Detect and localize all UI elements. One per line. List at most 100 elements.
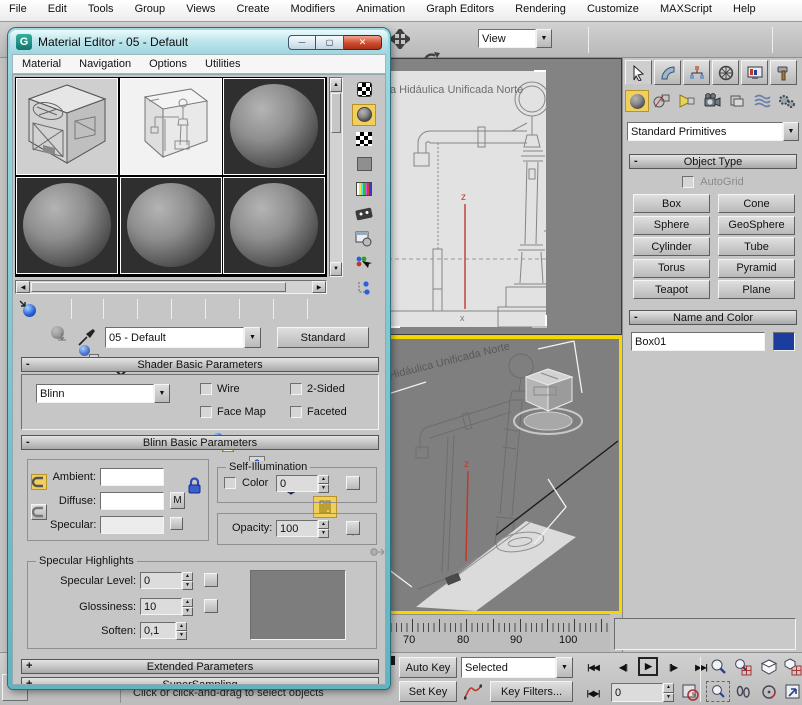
sample-vscrollbar[interactable]: ▲ ▼ — [329, 77, 343, 277]
menu-edit[interactable]: Edit — [39, 0, 76, 18]
get-material-button[interactable] — [17, 299, 41, 321]
menu-modifiers[interactable]: Modifiers — [282, 0, 345, 18]
specular-map-button[interactable] — [170, 517, 183, 530]
menu-maxscript[interactable]: MAXScript — [651, 0, 721, 18]
sample-slot-4[interactable] — [16, 177, 118, 274]
diffuse-specular-lock-button[interactable] — [31, 504, 47, 520]
select-by-material-button[interactable] — [352, 252, 376, 274]
me-menu-navigation[interactable]: Navigation — [70, 55, 140, 73]
faceted-checkbox[interactable] — [290, 406, 302, 418]
menu-animation[interactable]: Animation — [347, 0, 414, 18]
rollout-supersampling[interactable]: + SuperSampling — [21, 677, 379, 685]
button-tube[interactable]: Tube — [718, 237, 795, 256]
dropdown-arrow-icon[interactable]: ▼ — [244, 327, 261, 348]
self-illum-color-checkbox[interactable] — [224, 477, 236, 489]
scroll-right-icon[interactable]: ▶ — [312, 281, 326, 293]
opacity-map-button[interactable] — [346, 521, 360, 535]
maximize-button[interactable]: ▢ — [316, 35, 344, 50]
viewport-perspective-active[interactable]: z Hidáulica Unificada Norte — [385, 336, 622, 614]
button-cone[interactable]: Cone — [718, 194, 795, 213]
specular-color-swatch[interactable] — [100, 516, 164, 534]
menu-help[interactable]: Help — [724, 0, 765, 18]
time-configuration-button[interactable] — [678, 682, 702, 703]
maximize-viewport-button[interactable] — [781, 681, 802, 702]
category-cameras[interactable] — [700, 90, 724, 112]
coordinate-system-dropdown[interactable]: View ▼ — [478, 29, 552, 48]
button-cylinder[interactable]: Cylinder — [633, 237, 710, 256]
material-editor-titlebar[interactable]: G Material Editor - 05 - Default — ▢ ✕ — [10, 30, 388, 54]
menu-file[interactable]: File — [0, 0, 36, 18]
ambient-diffuse-lock-button[interactable] — [31, 474, 47, 490]
button-torus[interactable]: Torus — [633, 259, 710, 278]
two-sided-checkbox[interactable] — [290, 383, 302, 395]
dropdown-arrow-icon[interactable]: ▼ — [536, 29, 552, 48]
opacity-value-field[interactable]: 100 — [276, 520, 318, 537]
sample-slot-1[interactable] — [16, 78, 118, 175]
minimize-button[interactable]: — — [288, 35, 316, 50]
timeline-ruler[interactable]: 70 80 90 100 — [385, 614, 610, 652]
tab-create[interactable] — [625, 60, 652, 85]
vscroll-thumb[interactable] — [331, 93, 341, 133]
tab-hierarchy[interactable] — [683, 60, 710, 85]
soften-field[interactable]: 0,1 — [140, 622, 176, 639]
self-illum-map-button[interactable] — [346, 476, 360, 490]
rollout-object-type[interactable]: - Object Type — [629, 154, 797, 169]
zoom-extents-button[interactable] — [757, 656, 781, 677]
rollout-name-and-color[interactable]: - Name and Color — [629, 310, 797, 325]
opacity-spinner[interactable]: ▲▼ — [318, 520, 329, 537]
tab-motion[interactable] — [712, 60, 739, 85]
set-key-button[interactable]: Set Key — [399, 681, 457, 702]
pan-button[interactable] — [731, 681, 755, 702]
rollout-blinn-basic[interactable]: - Blinn Basic Parameters — [21, 435, 379, 450]
category-helpers[interactable] — [725, 90, 749, 112]
self-illum-spinner[interactable]: ▲▼ — [318, 475, 329, 492]
button-teapot[interactable]: Teapot — [633, 280, 710, 299]
zoom-button[interactable] — [706, 656, 730, 677]
autogrid-checkbox[interactable] — [682, 176, 694, 188]
dropdown-arrow-icon[interactable]: ▼ — [154, 384, 170, 403]
background-button[interactable] — [352, 129, 376, 151]
menu-tools[interactable]: Tools — [79, 0, 123, 18]
sample-slot-6[interactable] — [223, 177, 325, 274]
rollout-extended-parameters[interactable]: + Extended Parameters — [21, 659, 379, 674]
wire-checkbox[interactable] — [200, 383, 212, 395]
sample-type-button[interactable] — [352, 79, 376, 101]
sample-slot-2[interactable] — [120, 78, 222, 175]
sample-hscrollbar[interactable]: ◀ ▶ — [15, 280, 327, 294]
rollout-shader-basic[interactable]: - Shader Basic Parameters — [21, 357, 379, 372]
menu-views[interactable]: Views — [177, 0, 224, 18]
glossiness-field[interactable]: 10 — [140, 598, 182, 615]
material-name-dropdown[interactable]: 05 - Default ▼ — [105, 327, 261, 348]
category-shapes[interactable] — [650, 90, 674, 112]
category-lights[interactable] — [675, 90, 699, 112]
go-to-start-button[interactable]: |◀◀ — [580, 659, 606, 676]
me-menu-utilities[interactable]: Utilities — [196, 55, 249, 73]
specular-level-field[interactable]: 0 — [140, 572, 182, 589]
viewport-front[interactable]: z x a Hidáulica Unificada Norte — [385, 58, 622, 335]
diffuse-color-swatch[interactable] — [100, 492, 164, 510]
hscroll-thumb[interactable] — [31, 282, 286, 292]
scroll-left-icon[interactable]: ◀ — [16, 281, 30, 293]
button-pyramid[interactable]: Pyramid — [718, 259, 795, 278]
object-color-swatch[interactable] — [773, 332, 795, 351]
previous-frame-button[interactable]: ◀|| — [611, 659, 635, 676]
category-geometry[interactable] — [625, 90, 649, 112]
key-filters-button[interactable]: Key Filters... — [490, 681, 573, 702]
sample-slot-3[interactable] — [223, 78, 325, 175]
tab-display[interactable] — [741, 60, 768, 85]
primitives-dropdown[interactable]: Standard Primitives ▼ — [627, 122, 799, 141]
video-color-check-button[interactable] — [352, 178, 376, 200]
close-button[interactable]: ✕ — [344, 35, 382, 50]
soften-spinner[interactable]: ▲▼ — [176, 622, 187, 639]
scroll-down-icon[interactable]: ▼ — [330, 262, 342, 276]
me-menu-material[interactable]: Material — [13, 55, 70, 73]
material-editor-options-button[interactable] — [352, 228, 376, 250]
button-geosphere[interactable]: GeoSphere — [718, 216, 795, 235]
button-sphere[interactable]: Sphere — [633, 216, 710, 235]
glossiness-map-button[interactable] — [204, 599, 218, 613]
dropdown-arrow-icon[interactable]: ▼ — [783, 122, 799, 141]
ambient-diffuse-padlock-icon[interactable] — [186, 476, 203, 496]
self-illum-value-field[interactable]: 0 — [276, 475, 318, 492]
key-mode-toggle[interactable]: |◀▶| — [580, 685, 606, 702]
key-tangent-button[interactable] — [461, 681, 485, 702]
